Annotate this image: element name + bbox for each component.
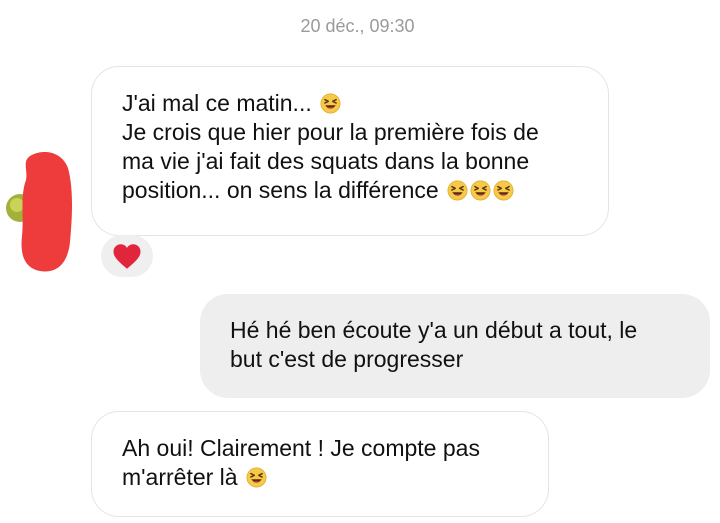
laughing-squint-emoji xyxy=(493,180,514,201)
message-line: Je crois que hier pour la première fois … xyxy=(122,119,539,145)
outgoing-message[interactable]: Hé hé ben écoute y'a un début a tout, le… xyxy=(200,294,710,398)
heart-icon xyxy=(113,243,141,269)
incoming-message[interactable]: J'ai mal ce matin... Je crois que hier p… xyxy=(91,66,609,236)
laughing-squint-emoji xyxy=(246,467,267,488)
redaction-mark xyxy=(21,152,72,272)
message-line: Hé hé ben écoute y'a un début a tout, le xyxy=(230,317,638,343)
message-line: position... on sens la différence xyxy=(122,176,608,205)
incoming-message[interactable]: Ah oui! Clairement ! Je compte pas m'arr… xyxy=(91,411,549,517)
message-line: J'ai mal ce matin... xyxy=(122,89,608,118)
message-line: Ah oui! Clairement ! Je compte pas xyxy=(122,435,480,461)
message-line: ma vie j'ai fait des squats dans la bonn… xyxy=(122,148,530,174)
message-timestamp: 20 déc., 09:30 xyxy=(300,16,415,36)
chat-screen: 20 déc., 09:30 J'ai mal ce matin... Je c… xyxy=(0,0,720,523)
message-line: m'arrêter là xyxy=(122,463,548,492)
contact-avatar[interactable] xyxy=(0,150,72,275)
message-line: but c'est de progresser xyxy=(230,346,464,372)
laughing-squint-emoji xyxy=(447,180,468,201)
laughing-squint-emoji xyxy=(320,93,341,114)
heart-reaction[interactable] xyxy=(101,235,153,277)
laughing-squint-emoji xyxy=(470,180,491,201)
